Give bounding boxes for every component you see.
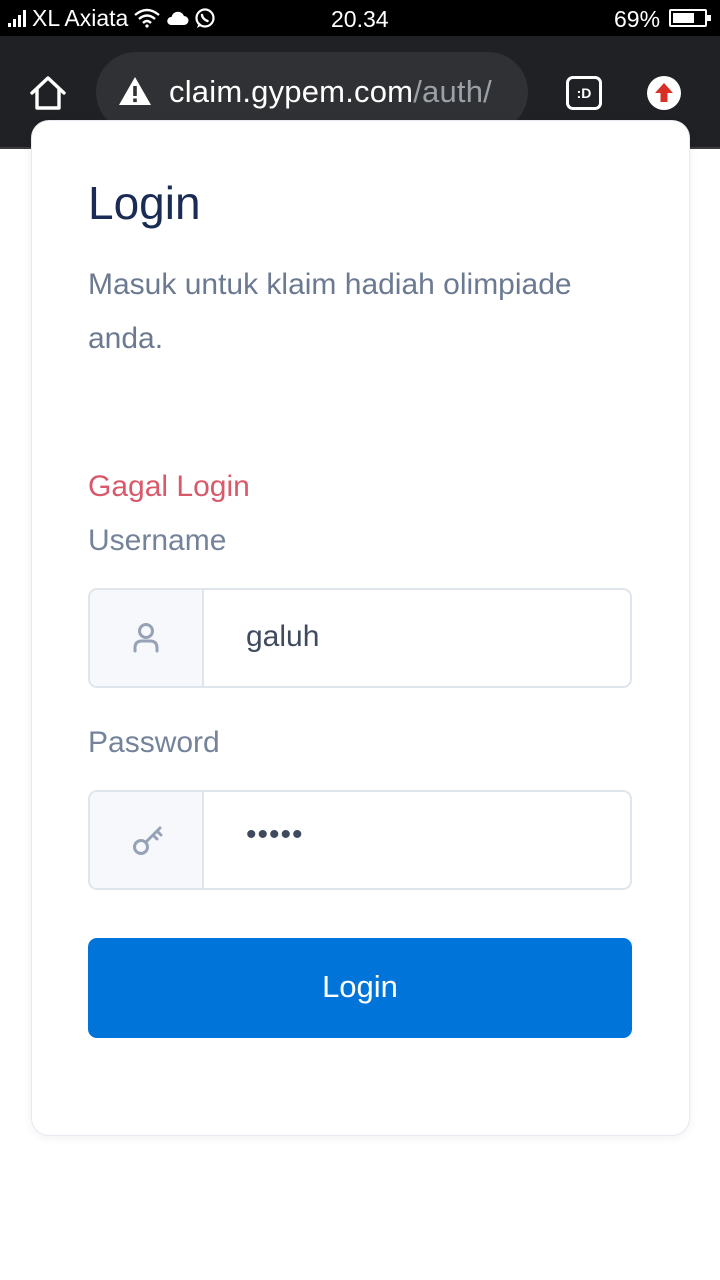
status-left: XL Axiata: [8, 4, 221, 31]
home-icon: [30, 76, 66, 110]
page-subtitle: Masuk untuk klaim hadiah olimpiade anda.: [88, 268, 572, 355]
login-button[interactable]: Login: [88, 938, 632, 1038]
carrier-name: XL Axiata: [32, 4, 129, 31]
username-input[interactable]: galuh: [246, 620, 319, 654]
battery-percent: 69%: [614, 6, 661, 32]
battery-tip: [707, 15, 711, 21]
warning-icon[interactable]: [118, 76, 152, 106]
tab-switcher-icon: :D: [576, 85, 592, 101]
password-label: Password: [88, 726, 220, 759]
battery-icon: [669, 9, 711, 27]
error-message: Gagal Login: [88, 470, 250, 503]
wifi-icon: [134, 8, 161, 28]
status-bar: XL Axiata 20.34 69%: [0, 0, 720, 36]
password-addon: [90, 792, 204, 888]
password-input[interactable]: •••••: [246, 818, 304, 852]
page-title: Login: [88, 177, 201, 229]
password-field[interactable]: •••••: [88, 790, 632, 890]
update-button[interactable]: [647, 76, 681, 110]
username-addon: [90, 590, 204, 686]
username-label: Username: [88, 524, 227, 557]
cloud-icon: [165, 10, 189, 26]
clock: 20.34: [331, 6, 389, 32]
url-path: /auth/: [413, 74, 492, 109]
tab-switcher-button[interactable]: :D: [566, 76, 602, 110]
whatsapp-icon: [194, 7, 216, 29]
url-text[interactable]: claim.gypem.com/auth/: [169, 74, 492, 110]
username-field[interactable]: galuh: [88, 588, 632, 688]
update-arrow-icon: [655, 83, 673, 102]
signal-icon: [8, 9, 28, 27]
battery-fill: [673, 13, 694, 23]
user-icon: [133, 623, 159, 653]
key-icon: [133, 826, 163, 855]
url-host: claim.gypem.com: [169, 74, 414, 109]
home-button[interactable]: [28, 74, 68, 112]
